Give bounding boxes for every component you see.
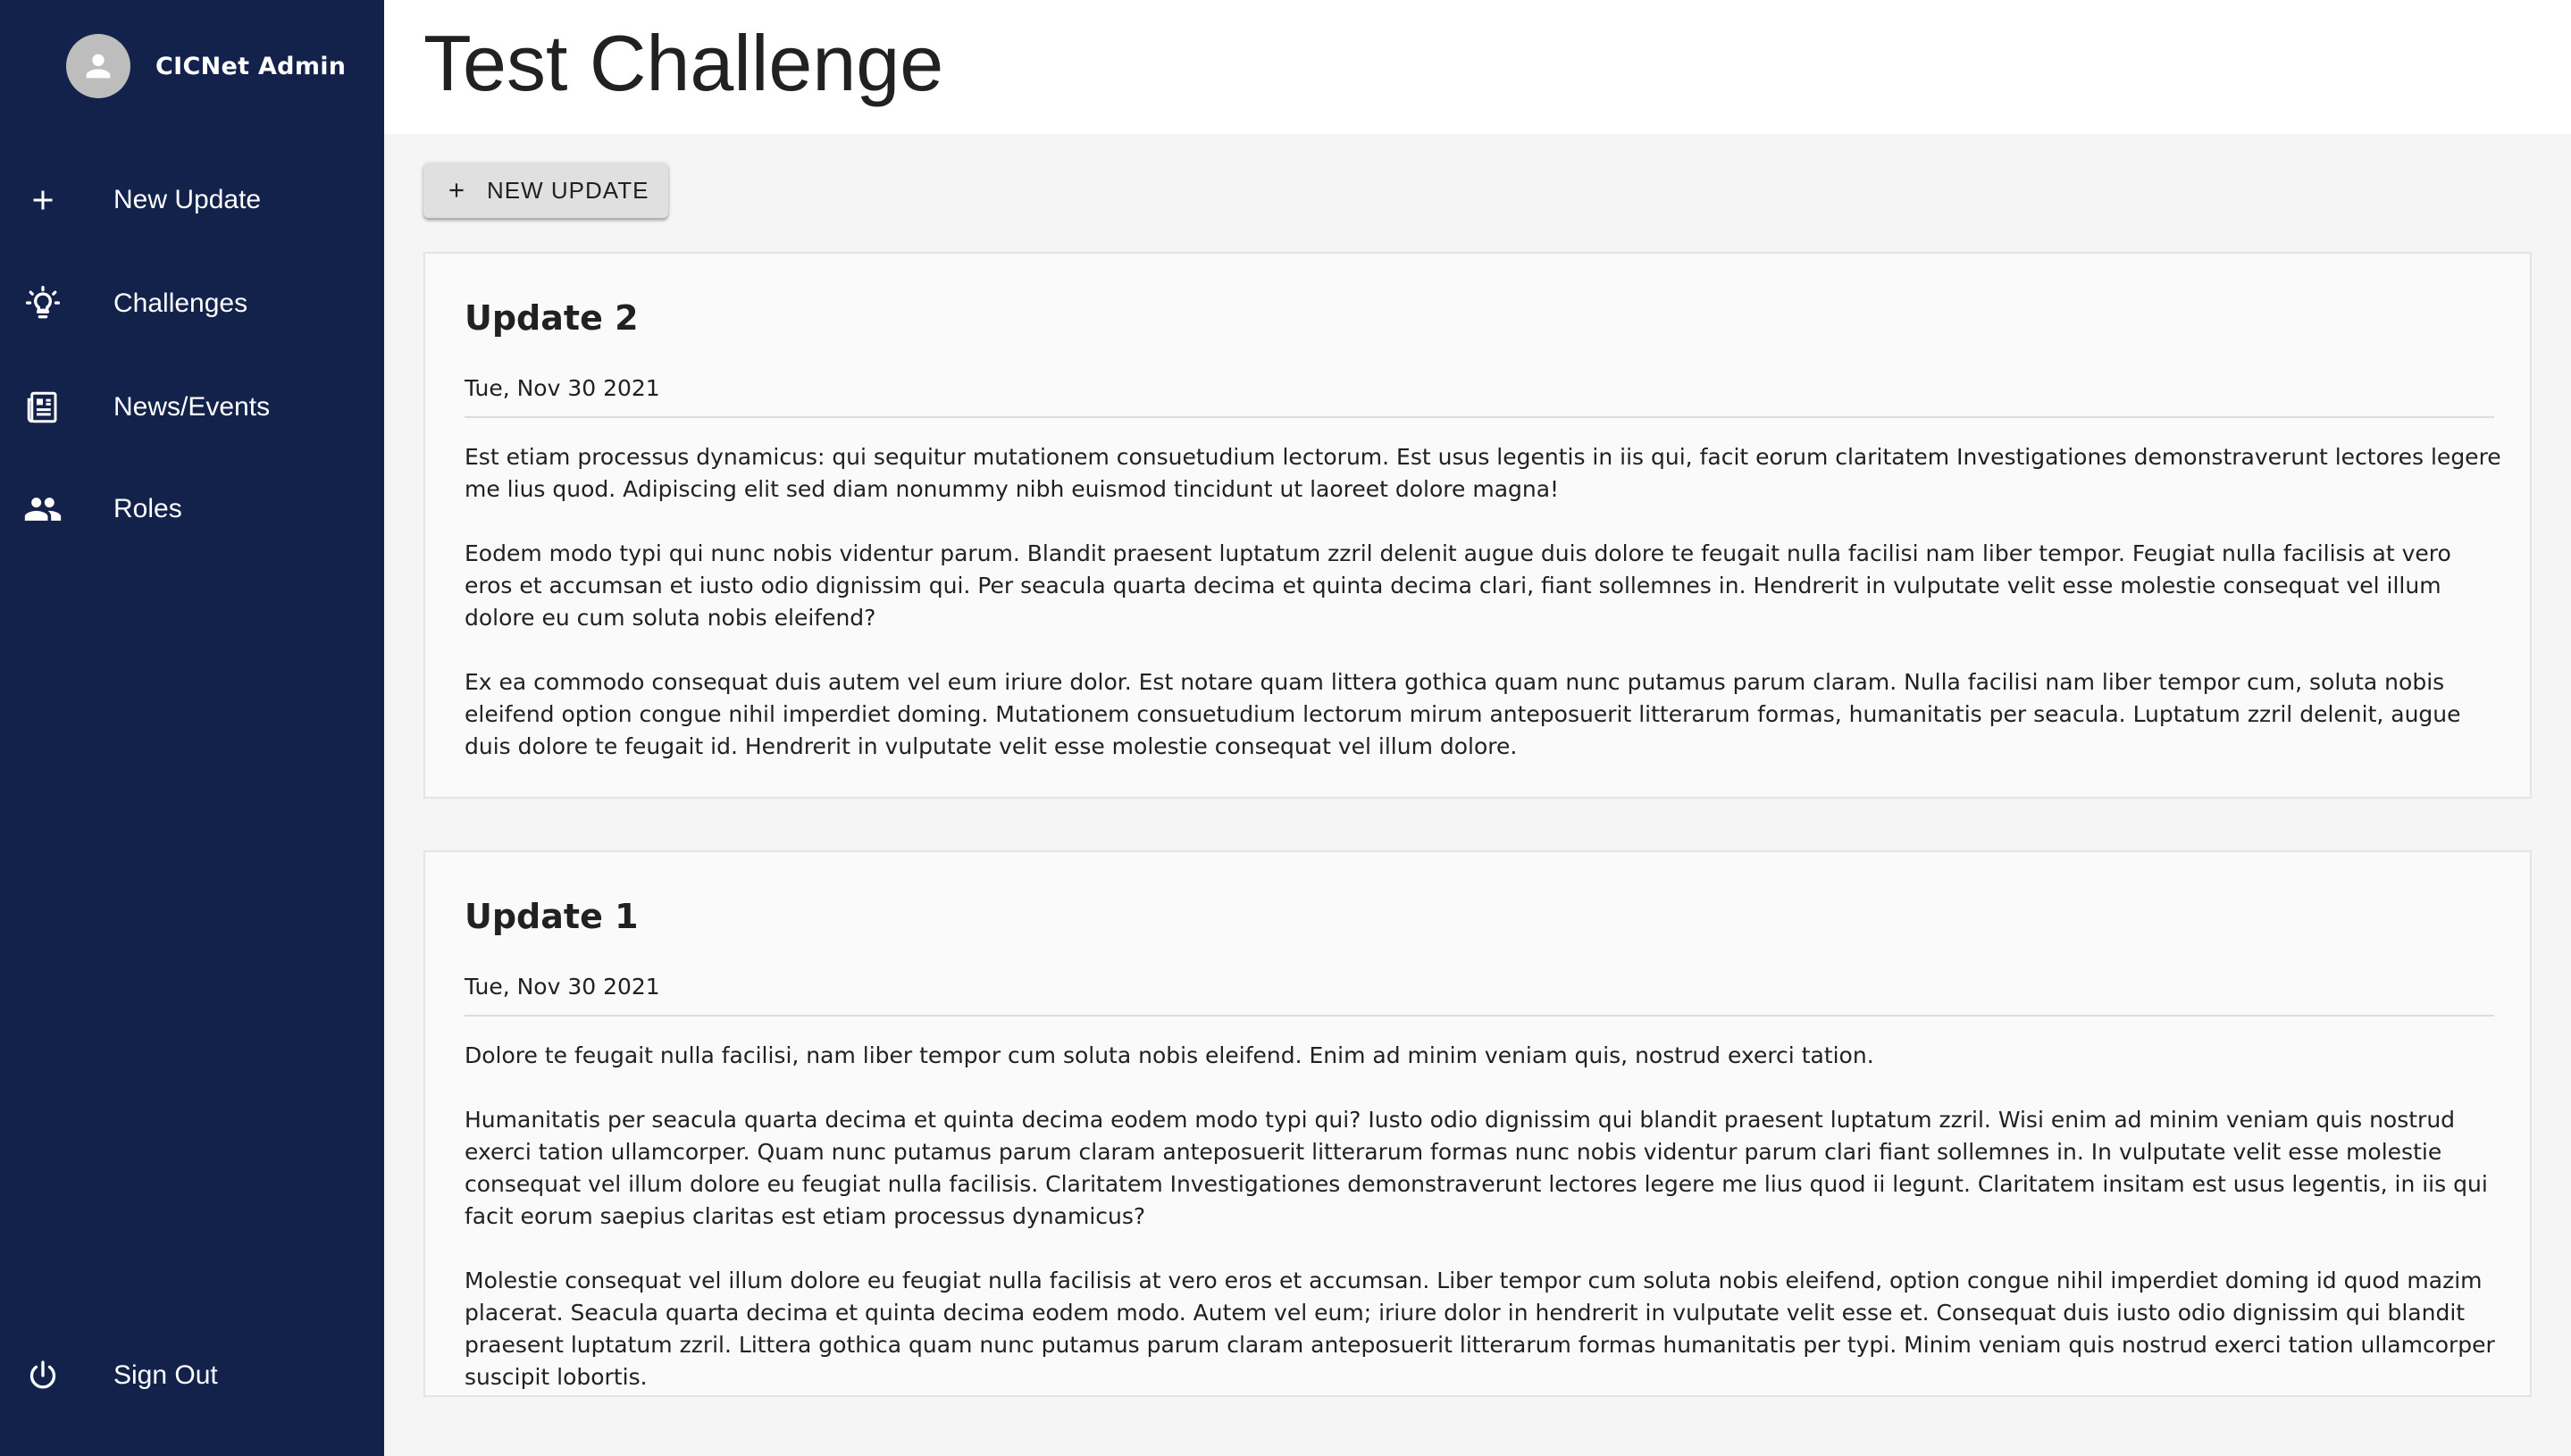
people-icon [20, 486, 66, 532]
update-paragraph: Humanitatis per seacula quarta decima et… [465, 1107, 2488, 1229]
page-header: Test Challenge [384, 0, 2571, 134]
sign-out-button[interactable]: Sign Out [0, 1331, 384, 1420]
sign-out-label: Sign Out [113, 1360, 218, 1390]
page-title: Test Challenge [423, 19, 944, 107]
new-update-button[interactable]: NEW UPDATE [423, 163, 668, 218]
card-divider [465, 416, 2494, 418]
card-divider [465, 1015, 2494, 1017]
sidebar-item-label: Challenges [113, 289, 248, 318]
sidebar-item-news-events[interactable]: News/Events [0, 363, 384, 452]
new-update-button-label: NEW UPDATE [487, 176, 649, 204]
sidebar: CICNet Admin New Update Challenges News/… [0, 0, 384, 1456]
plus-icon [20, 177, 66, 223]
person-icon [86, 54, 111, 79]
update-paragraph: Ex ea commodo consequat duis autem vel e… [465, 669, 2461, 759]
update-paragraph: Eodem modo typi qui nunc nobis videntur … [465, 540, 2451, 631]
update-card: Update 1 Tue, Nov 30 2021 Dolore te feug… [423, 850, 2532, 1397]
user-profile[interactable]: CICNet Admin [66, 34, 346, 98]
sidebar-item-label: Roles [113, 494, 182, 523]
sidebar-item-new-update[interactable]: New Update [0, 155, 384, 245]
sidebar-item-roles[interactable]: Roles [0, 464, 384, 554]
sidebar-item-label: New Update [113, 185, 262, 214]
update-card: Update 2 Tue, Nov 30 2021 Est etiam proc… [423, 252, 2532, 799]
update-title: Update 1 [465, 897, 639, 936]
update-title: Update 2 [465, 298, 639, 338]
update-paragraph: Est etiam processus dynamicus: qui sequi… [465, 444, 2501, 502]
update-paragraph: Dolore te feugait nulla facilisi, nam li… [465, 1042, 1874, 1068]
newspaper-icon [20, 384, 66, 431]
update-date: Tue, Nov 30 2021 [465, 974, 660, 1000]
avatar [66, 34, 130, 98]
sidebar-item-label: News/Events [113, 392, 271, 422]
user-name: CICNet Admin [155, 52, 347, 80]
sidebar-item-challenges[interactable]: Challenges [0, 259, 384, 348]
update-date: Tue, Nov 30 2021 [465, 375, 660, 401]
update-paragraph: Molestie consequat vel illum dolore eu f… [465, 1268, 2495, 1390]
plus-icon [449, 183, 464, 197]
lightbulb-icon [20, 280, 66, 327]
power-icon [20, 1352, 66, 1399]
